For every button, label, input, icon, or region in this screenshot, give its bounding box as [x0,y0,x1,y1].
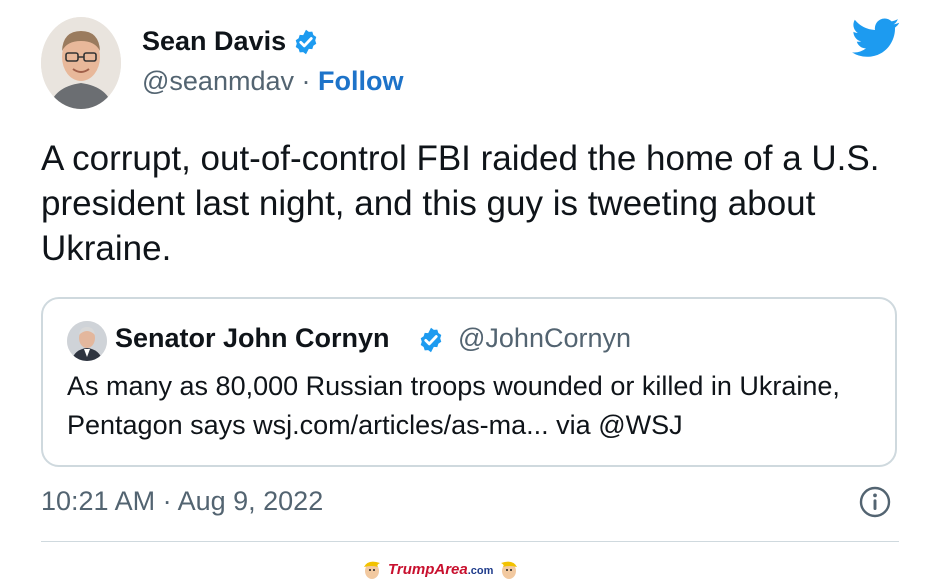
tweet-card: Sean Davis @seanmdav · Follow A corrupt,… [0,0,940,555]
trump-cartoon-icon [364,561,380,579]
tweet-text: A corrupt, out-of-control FBI raided the… [41,139,880,268]
author-handle[interactable]: @seanmdav [142,66,294,96]
twitter-bird-icon[interactable] [852,18,900,58]
follow-button[interactable]: Follow [318,66,403,96]
watermark-brand-main: TrumpArea [388,560,468,578]
tweet-timestamp[interactable]: 10:21 AM · Aug 9, 2022 [41,486,323,517]
handle-row: @seanmdav · Follow [142,66,403,97]
author-row: Sean Davis [142,26,320,57]
watermark-brand-suffix: .com [467,564,494,577]
divider [41,541,899,542]
quoted-avatar[interactable] [67,321,107,361]
verified-badge-icon [420,327,442,353]
watermark-brand: TrumpArea.com [388,561,493,578]
trump-cartoon-icon [501,561,518,579]
author-name[interactable]: Sean Davis [142,26,286,57]
quoted-tweet-text: As many as 80,000 Russian troops wounded… [67,371,840,440]
quoted-author-handle[interactable]: @JohnCornyn [458,323,631,354]
info-icon[interactable] [859,486,891,518]
avatar[interactable] [41,17,121,109]
watermark: TrumpArea.com [360,556,521,582]
handle-separator: · [293,66,318,96]
verified-badge-icon [295,29,317,54]
quoted-author-name[interactable]: Senator John Cornyn [115,323,390,354]
quoted-tweet[interactable]: Senator John Cornyn @JohnCornyn As many … [41,297,897,467]
